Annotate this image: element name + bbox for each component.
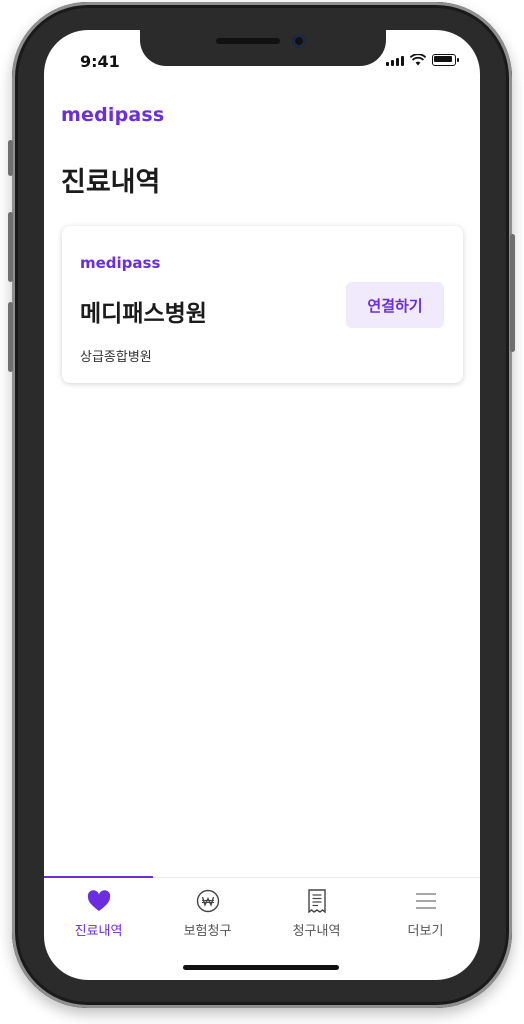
hospital-card[interactable]: medipass 메디패스병원 상급종합병원 연결하기 — [62, 226, 463, 383]
hospital-type: 상급종합병원 — [80, 350, 152, 365]
nav-label: 진료내역 — [74, 924, 123, 939]
hospital-card-logo: medipass — [80, 254, 161, 272]
nav-item-medical-history[interactable]: 진료내역 — [44, 876, 153, 944]
nav-item-more[interactable]: 더보기 — [371, 878, 480, 944]
app-logo: medipass — [61, 104, 165, 126]
notch — [140, 30, 386, 66]
menu-icon — [413, 888, 439, 914]
nav-label: 더보기 — [407, 924, 444, 939]
connect-button[interactable]: 연결하기 — [346, 282, 444, 328]
nav-label: 청구내역 — [292, 924, 341, 939]
volume-down-button — [8, 302, 13, 372]
status-time: 9:41 — [80, 52, 120, 71]
front-camera — [292, 34, 306, 48]
page-title: 진료내역 — [61, 167, 161, 198]
battery-icon — [432, 54, 459, 66]
home-indicator — [183, 965, 339, 970]
won-coin-icon — [195, 888, 221, 914]
bottom-nav: 진료내역 보험청구 청구내역 더보기 — [44, 876, 480, 944]
hospital-name: 메디패스병원 — [80, 301, 207, 327]
volume-up-button — [8, 212, 13, 282]
mute-switch — [8, 140, 13, 176]
receipt-icon — [304, 888, 330, 914]
signal-icon — [386, 56, 404, 66]
nav-item-claim-history[interactable]: 청구내역 — [262, 878, 371, 944]
nav-label: 보험청구 — [183, 924, 232, 939]
heart-icon — [86, 888, 112, 914]
wifi-icon — [410, 54, 426, 66]
nav-item-insurance-claim[interactable]: 보험청구 — [153, 878, 262, 944]
status-icons — [386, 54, 459, 66]
power-button — [510, 234, 515, 352]
speaker — [216, 38, 280, 44]
